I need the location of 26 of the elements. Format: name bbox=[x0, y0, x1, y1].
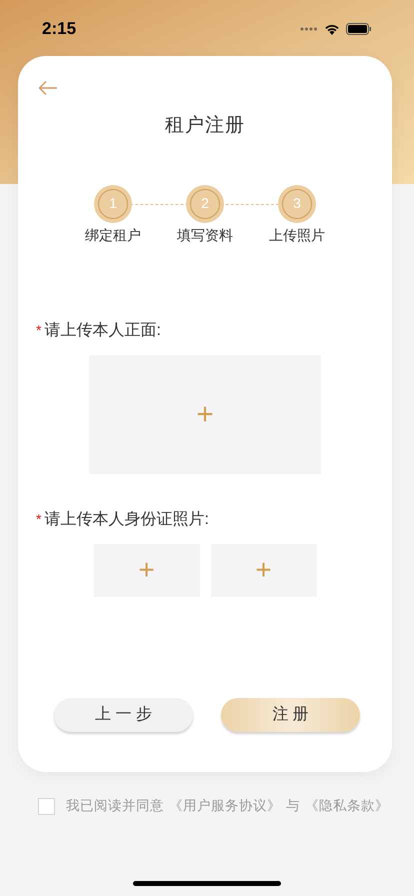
page-title: 租户注册 bbox=[165, 114, 245, 138]
conjunction-text: 与 bbox=[286, 797, 300, 815]
step-label: 上传照片 bbox=[268, 226, 326, 244]
privacy-policy-link[interactable]: 《隐私条款》 bbox=[305, 796, 389, 816]
photo-upload-button[interactable]: + bbox=[94, 544, 200, 596]
status-time: 2:15 bbox=[42, 18, 76, 40]
step-label: 填写资料 bbox=[176, 226, 234, 244]
photo-upload-button[interactable]: + bbox=[89, 354, 321, 474]
register-button[interactable]: 注 册 bbox=[221, 698, 360, 732]
service-agreement-link[interactable]: 《用户服务协议》 bbox=[169, 796, 281, 816]
step-number: 3 bbox=[278, 184, 316, 222]
upload-label: 请上传本人身份证照片: bbox=[44, 510, 209, 530]
agreement-text: 我已阅读并同意 bbox=[66, 797, 164, 815]
required-mark: * bbox=[36, 510, 42, 528]
back-arrow-icon bbox=[38, 80, 58, 96]
upload-label: 请上传本人正面: bbox=[44, 320, 161, 340]
previous-step-button[interactable]: 上 一 步 bbox=[54, 698, 193, 732]
signal-icon bbox=[300, 27, 318, 31]
photo-upload-button[interactable]: + bbox=[210, 544, 316, 596]
step-number: 1 bbox=[94, 184, 132, 222]
wifi-icon bbox=[324, 23, 340, 35]
agreement-checkbox[interactable] bbox=[38, 798, 55, 815]
battery-icon bbox=[346, 23, 372, 35]
required-mark: * bbox=[36, 320, 42, 340]
step-label: 绑定租户 bbox=[84, 226, 142, 244]
step-number: 2 bbox=[186, 184, 224, 222]
